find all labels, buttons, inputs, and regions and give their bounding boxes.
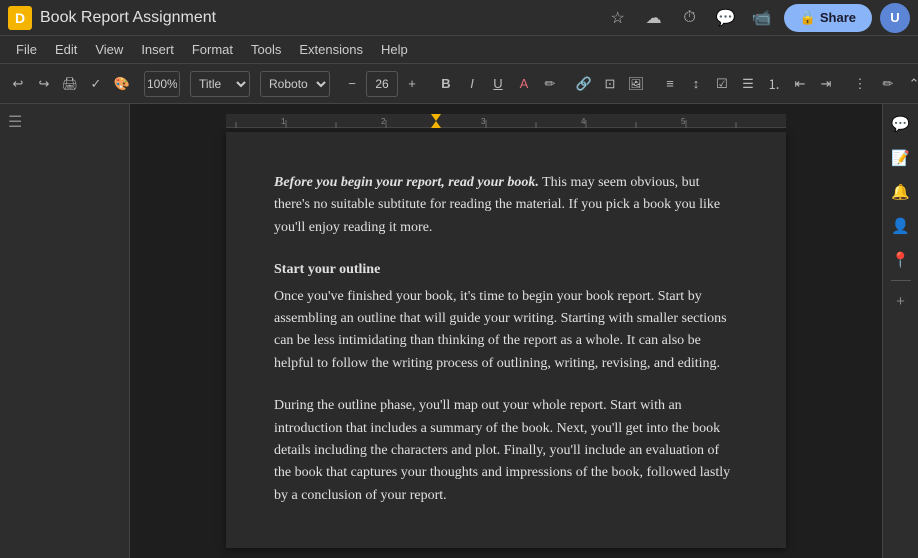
app-icon: D [8,6,32,30]
suggestions-button[interactable]: 📝 [887,144,915,172]
decrease-font-button[interactable]: − [340,70,364,98]
indent-decrease-button[interactable]: ⇤ [788,70,812,98]
context-button[interactable]: 🔔 [887,178,915,206]
bold-button[interactable]: B [434,70,458,98]
paragraph-3-body: During the outline phase, you'll map out… [274,398,730,503]
numbered-list-button[interactable]: ⒈ [762,70,786,98]
video-button[interactable]: 📹 [748,4,776,32]
comments-button[interactable]: 💬 [887,110,915,138]
document-title: Book Report Assignment [40,9,596,27]
cloud-button[interactable]: ☁ [640,4,668,32]
insert-image-button[interactable]: 🖼 [624,70,648,98]
chat-button[interactable]: 💬 [712,4,740,32]
document-area: 1 2 3 4 5 Before you begin your report, … [130,104,882,558]
checklist-button[interactable]: ☑ [710,70,734,98]
share-button[interactable]: 🔒 Share [784,4,872,32]
lock-icon: 🔒 [800,10,816,26]
menu-help[interactable]: Help [373,39,416,60]
paint-format-button[interactable]: 🎨 [110,70,134,98]
menu-file[interactable]: File [8,39,45,60]
paragraph-2-body: Once you've finished your book, it's tim… [274,289,727,371]
main-area: ☰ 1 2 3 [0,104,918,558]
menu-extensions[interactable]: Extensions [291,39,371,60]
document-page: Before you begin your report, read your … [226,132,786,548]
menu-format[interactable]: Format [184,39,241,60]
pencil-button[interactable]: ✏ [876,70,900,98]
redo-button[interactable]: ↪ [32,70,56,98]
link-button[interactable]: 🔗 [572,70,596,98]
svg-text:4: 4 [581,117,586,126]
undo-button[interactable]: ↩ [6,70,30,98]
share-label: Share [820,10,856,25]
align-button[interactable]: ≡ [658,70,682,98]
svg-text:1: 1 [281,117,286,126]
add-addon-button[interactable]: + [887,287,915,315]
spell-check-button[interactable]: ✓ [84,70,108,98]
line-spacing-button[interactable]: ↕ [684,70,708,98]
avatar: U [880,3,910,33]
menu-bar: File Edit View Insert Format Tools Exten… [0,36,918,64]
paragraph-2-heading: Start your outline [274,259,738,281]
indent-increase-button[interactable]: ⇥ [814,70,838,98]
toolbar: ↩ ↪ 🖨 ✓ 🎨 Title Normal Heading 1 Roboto … [0,64,918,104]
title-bar: D Book Report Assignment ☆ ☁ ⏱ 💬 📹 🔒 Sha… [0,0,918,36]
right-sidebar: 💬 📝 🔔 👤 📍 + [882,104,918,558]
italic-button[interactable]: I [460,70,484,98]
menu-insert[interactable]: Insert [133,39,182,60]
menu-edit[interactable]: Edit [47,39,85,60]
print-button[interactable]: 🖨 [58,70,82,98]
insert-image-inline-button[interactable]: ⊡ [598,70,622,98]
more-options-button[interactable]: ⋮ [848,70,872,98]
title-icons: ☆ ☁ ⏱ 💬 📹 🔒 Share U [604,3,910,33]
outline-toggle-icon[interactable]: ☰ [8,112,22,132]
bullet-list-button[interactable]: ☰ [736,70,760,98]
people-button[interactable]: 👤 [887,212,915,240]
maps-button[interactable]: 📍 [887,246,915,274]
style-select[interactable]: Title Normal Heading 1 [190,71,250,97]
underline-button[interactable]: U [486,70,510,98]
menu-tools[interactable]: Tools [243,39,289,60]
font-size-input[interactable] [366,71,398,97]
ruler-marks: 1 2 3 4 5 [226,114,786,127]
zoom-input[interactable] [144,71,180,97]
highlight-button[interactable]: ✏ [538,70,562,98]
star-button[interactable]: ☆ [604,4,632,32]
paragraph-3: During the outline phase, you'll map out… [274,395,738,507]
svg-text:2: 2 [381,117,386,126]
ruler: 1 2 3 4 5 [226,114,786,128]
left-panel: ☰ [0,104,130,558]
menu-view[interactable]: View [87,39,131,60]
sidebar-divider [891,280,911,281]
caret-up-button[interactable]: ⌃ [902,70,918,98]
paragraph-2: Start your outline Once you've finished … [274,259,738,375]
svg-text:5: 5 [681,117,686,126]
font-select[interactable]: Roboto Arial Georgia [260,71,330,97]
svg-text:3: 3 [481,117,486,126]
increase-font-button[interactable]: + [400,70,424,98]
text-color-button[interactable]: A [512,70,536,98]
paragraph-1: Before you begin your report, read your … [274,172,738,239]
history-button[interactable]: ⏱ [676,4,704,32]
paragraph-1-lead: Before you begin your report, read your … [274,175,539,190]
